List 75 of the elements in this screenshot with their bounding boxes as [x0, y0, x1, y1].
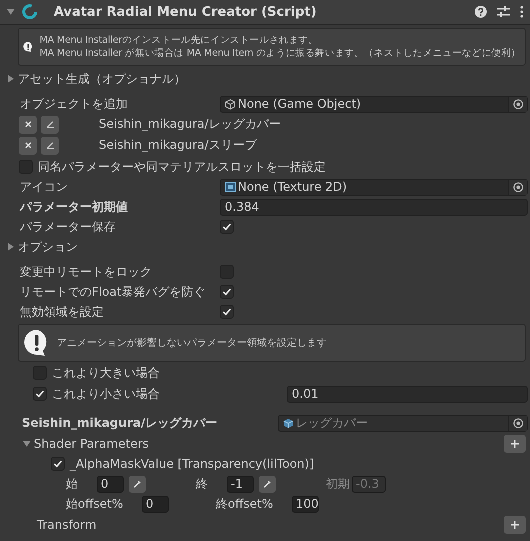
eyedropper-icon	[133, 480, 142, 488]
field-value: None (Game Object)	[238, 97, 362, 111]
checkbox[interactable]	[220, 220, 234, 234]
field-label: 初期	[326, 476, 351, 492]
object-name: Seishin_mikagura/スリーブ	[99, 137, 257, 154]
object-name: Seishin_mikagura/レッグカバー	[99, 116, 281, 133]
foldout-label[interactable]: Shader Parameters	[34, 437, 150, 451]
eyedropper-icon	[263, 480, 272, 488]
field-label: アイコン	[19, 178, 69, 196]
field-label: パラメーター初期値	[18, 198, 129, 216]
checkbox-label: これより小さい場合	[52, 386, 161, 402]
more-icon[interactable]	[520, 6, 524, 18]
number-field[interactable]: 0.384	[220, 198, 528, 216]
close-icon	[24, 121, 32, 128]
foldout-label[interactable]: オプション	[18, 238, 78, 256]
edit-icon	[46, 120, 54, 129]
checkbox[interactable]	[220, 285, 234, 299]
field-label: 無効領域を設定	[19, 304, 105, 320]
cube-icon	[225, 98, 236, 110]
checkbox[interactable]	[51, 457, 65, 471]
checkbox-label: これより大きい場合	[52, 364, 161, 382]
field-value: レッグカバー	[296, 414, 368, 432]
expanded-arrow-icon[interactable]	[22, 439, 32, 449]
edit-icon	[46, 141, 54, 150]
checkbox[interactable]	[220, 305, 234, 319]
object-name: Seishin_mikagura/レッグカバー	[21, 414, 218, 432]
info-text: アニメーションが影響しないパラメーター領域を設定します	[57, 336, 327, 350]
cube-icon	[283, 418, 294, 428]
plus-icon	[511, 440, 519, 448]
edit-button[interactable]	[41, 136, 59, 154]
number-field: -0.3	[352, 476, 386, 492]
section-label: Transform	[36, 518, 97, 532]
texture-icon	[225, 182, 236, 192]
component-title: Avatar Radial Menu Creator (Script)	[54, 4, 317, 20]
object-field[interactable]: None (Texture 2D)	[220, 178, 528, 196]
expanded-arrow-icon[interactable]	[6, 7, 16, 17]
add-button[interactable]	[504, 435, 526, 453]
collapsed-arrow-icon[interactable]	[6, 242, 16, 252]
help-icon[interactable]	[475, 6, 487, 18]
field-label: パラメーター保存	[19, 218, 117, 236]
plus-icon	[511, 521, 519, 529]
object-picker-button[interactable]	[508, 180, 527, 194]
number-field[interactable]: 0.01	[287, 386, 528, 402]
eyedropper-button[interactable]	[129, 476, 146, 492]
foldout-label[interactable]: アセット生成（オプショナル）	[18, 70, 186, 88]
eyedropper-button[interactable]	[259, 476, 276, 492]
collapsed-arrow-icon[interactable]	[6, 74, 16, 84]
remove-button[interactable]	[19, 136, 37, 154]
parameter-name: _AlphaMaskValue [Transparency(lilToon)]	[70, 457, 314, 471]
object-picker-button[interactable]	[508, 96, 527, 112]
edit-button[interactable]	[41, 116, 59, 134]
field-label: 終	[196, 476, 209, 492]
object-picker-button[interactable]	[508, 416, 527, 430]
object-field[interactable]: レッグカバー	[278, 414, 528, 432]
field-label: リモートでのFloat暴発バグを防ぐ	[19, 284, 207, 300]
field-label: 変更中リモートをロック	[19, 264, 153, 280]
info-text: MA Menu Installer が無い場合は MA Menu Item のように振る舞います。（ネストしたメニューなどに便利）	[40, 47, 521, 60]
number-field[interactable]: 0	[97, 476, 124, 492]
field-value: None (Texture 2D)	[238, 180, 348, 194]
remove-button[interactable]	[19, 116, 37, 134]
number-field[interactable]: 0	[142, 496, 169, 512]
number-field[interactable]: -1	[227, 476, 254, 492]
field-label: オブジェクトを追加	[19, 96, 129, 112]
checkbox-label: 同名パラメーターや同マテリアルスロットを一括設定	[38, 158, 326, 176]
sliders-icon[interactable]	[497, 6, 510, 18]
close-icon	[24, 142, 32, 149]
object-field[interactable]: None (Game Object)	[220, 96, 528, 112]
number-field[interactable]: 100	[292, 496, 319, 512]
field-label: 始	[66, 476, 79, 492]
field-label: 始offset%	[66, 496, 124, 512]
ring-icon	[22, 4, 38, 20]
field-label: 終offset%	[216, 496, 274, 512]
info-text: MA Menu Installerのインストール先にインストールされます。	[40, 34, 320, 47]
checkbox[interactable]	[33, 387, 47, 401]
add-button[interactable]	[504, 516, 526, 534]
